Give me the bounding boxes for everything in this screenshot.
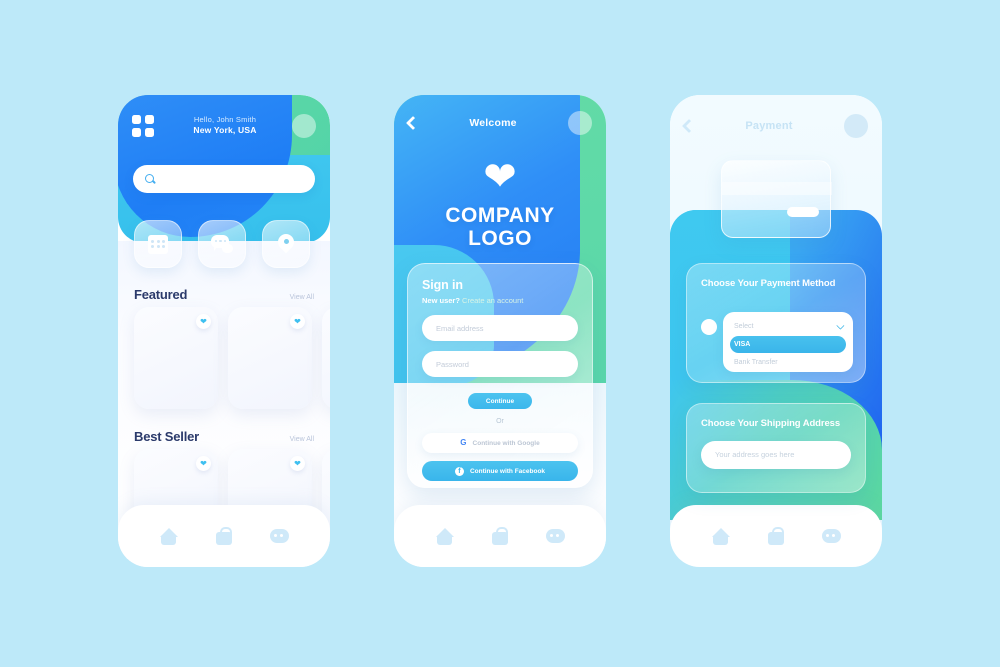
heart-icon: ❤ (294, 458, 301, 468)
chat-icon[interactable] (270, 528, 289, 544)
bottom-navigation (118, 505, 330, 567)
select-placeholder-row[interactable]: Select (723, 318, 853, 335)
chat-icon (211, 235, 233, 253)
facebook-button-label: Continue with Facebook (469, 467, 546, 475)
phone-welcome-screen: Welcome ❤ COMPANY LOGO Sign in New user?… (394, 95, 606, 567)
payment-panel-title: Choose Your Payment Method (701, 278, 836, 289)
payment-method-select[interactable]: Select VISA Bank Transfer (723, 312, 853, 372)
section-title: Featured (134, 287, 188, 302)
address-input[interactable]: Your address goes here (701, 440, 851, 469)
payment-topbar: Payment (670, 95, 882, 157)
heart-icon: ❤ (294, 316, 301, 326)
page-title: Payment (745, 120, 793, 132)
logo-line-1: COMPANY (445, 204, 555, 227)
or-divider-label: Or (496, 418, 504, 425)
logo-line-2: LOGO (468, 226, 532, 250)
new-user-row: New user? Create an account (422, 296, 578, 305)
facebook-icon: f (454, 466, 464, 476)
option-visa[interactable]: VISA (730, 336, 846, 353)
tile-calendar[interactable] (134, 220, 182, 268)
bag-icon[interactable] (492, 527, 508, 545)
featured-card-row: ❤ ❤ ❤ (134, 307, 330, 409)
product-card[interactable]: ❤ (134, 307, 218, 409)
continue-with-google-button[interactable]: G Continue with Google (422, 433, 578, 453)
password-field[interactable]: Password (422, 351, 578, 377)
search-input[interactable] (133, 165, 315, 193)
phone-home-screen: Hello, John Smith New York, USA Featured… (118, 95, 330, 567)
calendar-icon (148, 234, 168, 254)
google-button-label: Continue with Google (472, 439, 540, 447)
heart-icon: ❤ (200, 458, 207, 468)
shipping-address-panel: Choose Your Shipping Address Your addres… (686, 403, 866, 493)
home-icon[interactable] (159, 527, 178, 545)
google-icon: G (460, 438, 467, 447)
mockup-stage: Hello, John Smith New York, USA Featured… (0, 0, 1000, 667)
card-number-block (787, 207, 819, 217)
view-all-link[interactable]: View All (290, 294, 314, 301)
signin-card: Sign in New user? Create an account Emai… (407, 263, 593, 488)
option-bank-transfer[interactable]: Bank Transfer (730, 354, 846, 371)
location-text: New York, USA (193, 125, 257, 136)
email-placeholder: Email address (436, 323, 484, 333)
tile-messages[interactable] (198, 220, 246, 268)
section-header-best-seller: Best Seller View All (134, 429, 314, 444)
heart-logo-icon: ❤ (483, 155, 517, 199)
payment-radio[interactable] (701, 319, 717, 335)
location-pin-icon (278, 234, 294, 255)
favorite-button[interactable]: ❤ (290, 456, 305, 471)
home-icon[interactable] (435, 527, 454, 545)
product-card[interactable]: ❤ (228, 307, 312, 409)
card-magnetic-stripe (722, 182, 832, 195)
favorite-button[interactable]: ❤ (196, 314, 211, 329)
password-placeholder: Password (436, 359, 469, 369)
continue-with-facebook-button[interactable]: f Continue with Facebook (422, 461, 578, 481)
avatar[interactable] (292, 114, 316, 138)
logo-text: COMPANY LOGO (394, 204, 606, 250)
create-account-link[interactable]: Create an account (462, 296, 523, 305)
avatar[interactable] (568, 111, 592, 135)
page-title: Welcome (469, 117, 517, 129)
product-card[interactable]: ❤ (322, 307, 330, 409)
favorite-button[interactable]: ❤ (196, 456, 211, 471)
view-all-link[interactable]: View All (290, 436, 314, 443)
bottom-navigation (670, 505, 882, 567)
welcome-topbar: Welcome (394, 95, 606, 151)
continue-button[interactable]: Continue (468, 393, 532, 409)
section-header-featured: Featured View All (134, 287, 314, 302)
payment-method-panel: Choose Your Payment Method Select VISA B… (686, 263, 866, 383)
chat-icon[interactable] (546, 528, 565, 544)
email-field[interactable]: Email address (422, 315, 578, 341)
shipping-panel-title: Choose Your Shipping Address (701, 418, 841, 429)
tile-location[interactable] (262, 220, 310, 268)
new-user-label: New user? (422, 296, 460, 305)
home-topbar: Hello, John Smith New York, USA (118, 95, 330, 157)
grid-menu-icon[interactable] (132, 115, 154, 137)
bottom-navigation (394, 505, 606, 567)
address-placeholder: Your address goes here (715, 450, 795, 460)
select-placeholder: Select (734, 323, 754, 330)
home-icon[interactable] (711, 527, 730, 545)
chevron-down-icon (836, 320, 845, 330)
search-icon (145, 173, 156, 185)
greeting-block: Hello, John Smith New York, USA (158, 115, 292, 137)
favorite-button[interactable]: ❤ (290, 314, 305, 329)
signin-title: Sign in (422, 278, 463, 292)
bag-icon[interactable] (216, 527, 232, 545)
chat-icon[interactable] (822, 528, 841, 544)
company-logo: ❤ COMPANY LOGO (394, 157, 606, 250)
bag-icon[interactable] (768, 527, 784, 545)
quick-action-tiles (134, 220, 310, 268)
avatar[interactable] (844, 114, 868, 138)
phone-payment-screen: Payment Choose Your Payment Method Selec… (670, 95, 882, 567)
greeting-text: Hello, John Smith (193, 115, 257, 125)
credit-card-icon (721, 160, 832, 238)
section-title: Best Seller (134, 429, 200, 444)
heart-icon: ❤ (200, 316, 207, 326)
